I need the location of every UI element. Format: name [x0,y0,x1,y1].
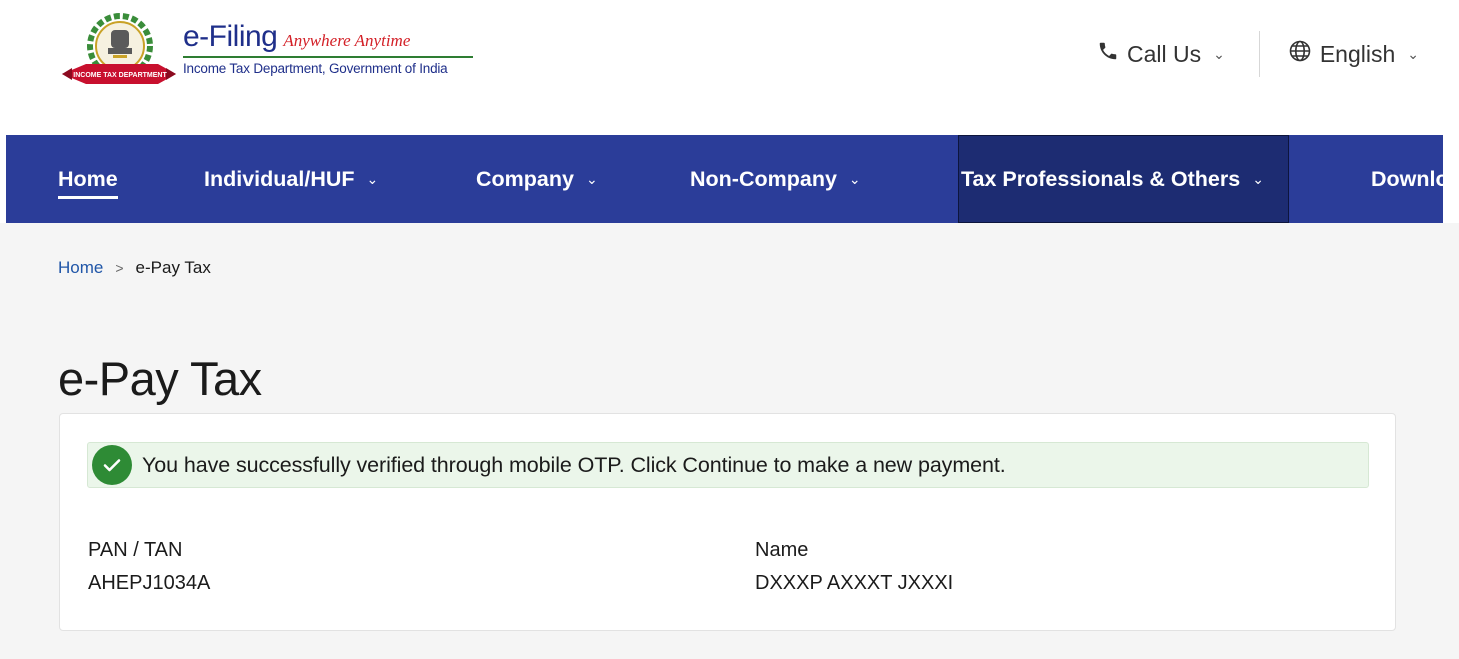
brand-block: e-Filing Anywhere Anytime Income Tax Dep… [183,20,483,76]
phone-icon [1097,40,1119,68]
main-navigation: Home Individual/HUF ⌄ Company ⌄ Non-Comp… [6,135,1443,223]
breadcrumb-separator-icon: > [115,260,124,276]
nav-home[interactable]: Home [58,135,118,223]
globe-icon [1288,39,1312,69]
pan-tan-value: AHEPJ1034A [88,572,211,594]
chevron-down-icon: ⌄ [1407,45,1419,62]
page-title: e-Pay Tax [58,352,262,405]
pan-tan-field: PAN / TAN AHEPJ1034A [88,534,210,600]
breadcrumb-current: e-Pay Tax [135,258,211,277]
success-alert-message: You have successfully verified through m… [142,452,1006,477]
main-content: Home > e-Pay Tax e-Pay Tax You have succ… [0,223,1459,659]
chevron-down-icon: ⌄ [848,170,861,187]
nav-tax-professionals[interactable]: Tax Professionals & Others ⌄ [958,135,1289,223]
nav-downloads[interactable]: Downloads [1371,135,1443,223]
chevron-down-icon: ⌄ [366,170,379,187]
nav-company[interactable]: Company ⌄ [476,135,598,223]
pan-tan-label: PAN / TAN [88,539,183,561]
brand-divider [183,56,473,58]
header-divider [1258,31,1260,77]
chevron-down-icon: ⌄ [1252,170,1264,187]
emblem-banner-text: INCOME TAX DEPARTMENT [73,72,167,79]
site-header: INCOME TAX DEPARTMENT e-Filing Anywhere … [0,0,1459,135]
verification-card: You have successfully verified through m… [59,413,1396,631]
nav-company-label: Company [476,166,574,191]
language-dropdown[interactable]: English ⌄ [1288,39,1419,69]
e-filing-logo[interactable]: INCOME TAX DEPARTMENT e-Filing Anywhere … [58,12,473,92]
chevron-down-icon: ⌄ [585,170,598,187]
brand-subtitle: Income Tax Department, Government of Ind… [183,61,448,76]
nav-non-company[interactable]: Non-Company ⌄ [690,135,861,223]
language-label: English [1319,40,1396,67]
nav-tax-professionals-label: Tax Professionals & Others [961,166,1241,191]
header-utilities: Call Us ⌄ English ⌄ [1097,30,1419,78]
name-field: Name DXXXP AXXXT JXXXI [755,534,953,600]
nav-individual-huf[interactable]: Individual/HUF ⌄ [204,135,378,223]
nav-downloads-label: Downloads [1371,166,1443,191]
brand-tagline: Anywhere Anytime [283,31,411,50]
brand-title: e-Filing [183,20,278,53]
success-alert: You have successfully verified through m… [87,442,1369,488]
call-us-label: Call Us [1126,40,1202,67]
success-check-icon [92,445,132,485]
chevron-down-icon: ⌄ [1213,45,1225,62]
name-label: Name [755,539,809,561]
name-value: DXXXP AXXXT JXXXI [755,572,954,594]
emblem-icon: INCOME TAX DEPARTMENT [58,12,176,92]
nav-home-label: Home [58,166,118,191]
breadcrumb-home-link[interactable]: Home [58,258,103,278]
breadcrumb: Home > e-Pay Tax [58,258,211,278]
call-us-dropdown[interactable]: Call Us ⌄ [1097,40,1225,68]
nav-individual-huf-label: Individual/HUF [204,166,355,191]
nav-non-company-label: Non-Company [690,166,837,191]
